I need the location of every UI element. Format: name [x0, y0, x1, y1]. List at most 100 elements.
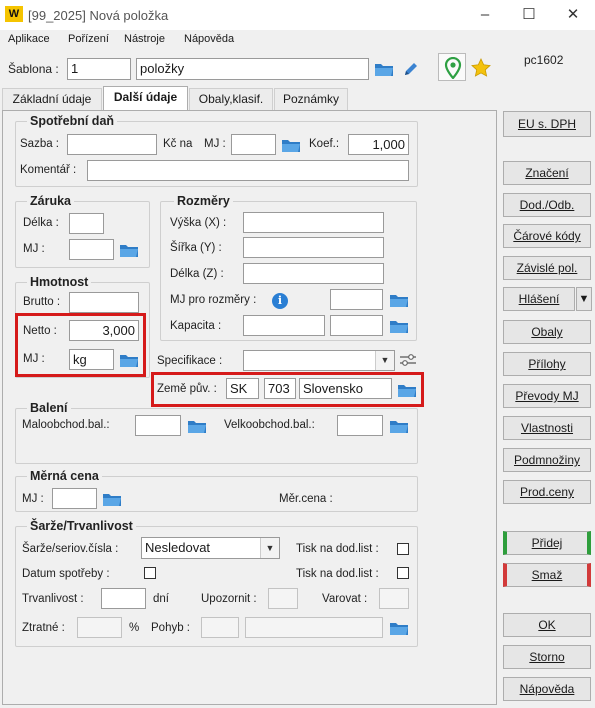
pridej-button[interactable]: Přidej [503, 531, 591, 555]
folder-icon[interactable] [374, 61, 394, 77]
vlastnosti-button[interactable]: Vlastnosti [503, 416, 591, 440]
eu-s-dph-button[interactable]: EU s. DPH [503, 111, 591, 137]
upozornit-label: Upozornit : [201, 593, 257, 605]
spotrebni-dan-title: Spotřební daň [27, 114, 118, 128]
folder-icon[interactable] [102, 491, 122, 507]
vyska-label: Výška (X) : [170, 217, 227, 229]
velkoobchod-input[interactable] [337, 415, 383, 436]
vyska-input[interactable] [243, 212, 384, 233]
star-icon[interactable] [471, 58, 491, 78]
map-pin-button[interactable] [438, 53, 466, 81]
storno-button[interactable]: Storno [503, 645, 591, 669]
komentar-input[interactable] [87, 160, 409, 181]
chevron-down-icon[interactable]: ▼ [260, 538, 279, 558]
settings-sliders-icon[interactable] [399, 353, 417, 367]
brutto-input[interactable] [69, 292, 139, 313]
tab-zakladni-udaje[interactable]: Základní údaje [2, 88, 102, 110]
folder-icon[interactable] [389, 418, 409, 434]
trvanlivost-label: Trvanlivost : [22, 593, 84, 605]
info-icon[interactable]: i [272, 293, 288, 309]
sarze-label: Šarže/seriov.čísla : [22, 543, 119, 555]
podmnoziny-button[interactable]: Podmnožiny [503, 448, 591, 472]
nazev-input[interactable]: položky [136, 58, 369, 80]
sirka-input[interactable] [243, 237, 384, 258]
mj-rozmery-label: MJ pro rozměry : [170, 294, 257, 306]
baleni-title: Balení [27, 401, 71, 415]
folder-icon[interactable] [389, 620, 409, 636]
folder-icon[interactable] [281, 137, 301, 153]
datum-spotreby-checkbox[interactable] [144, 567, 156, 579]
merna-mj-input[interactable] [52, 488, 97, 509]
tab-obaly-klasif[interactable]: Obaly,klasif. [189, 88, 273, 110]
folder-icon[interactable] [119, 242, 139, 258]
tisk-dodlist-2-checkbox[interactable] [397, 567, 409, 579]
trvanlivost-input[interactable] [101, 588, 146, 609]
obaly-button[interactable]: Obaly [503, 320, 591, 344]
rozmery-title: Rozměry [174, 194, 233, 208]
zaruka-title: Záruka [27, 194, 74, 208]
sirka-label: Šířka (Y) : [170, 242, 222, 254]
znaceni-button[interactable]: Značení [503, 161, 591, 185]
pencil-icon[interactable] [402, 60, 420, 78]
carove-kody-button[interactable]: Čárové kódy [503, 224, 591, 248]
varovat-input[interactable] [379, 588, 409, 609]
pohyb-input[interactable] [201, 617, 239, 638]
zeme-num-input[interactable]: 703 [264, 378, 296, 399]
smaz-button[interactable]: Smaž [503, 563, 591, 587]
maloobchod-input[interactable] [135, 415, 181, 436]
tab-dalsi-udaje[interactable]: Další údaje [103, 86, 188, 110]
hlaseni-button[interactable]: Hlášení [503, 287, 575, 311]
chevron-down-icon[interactable]: ▼ [375, 351, 394, 370]
map-pin-icon [444, 57, 462, 79]
napoveda-button[interactable]: Nápověda [503, 677, 591, 701]
kapacita-mj-input[interactable] [330, 315, 383, 336]
tisk-dodlist-2-label: Tisk na dod.list : [296, 568, 379, 580]
sablona-input[interactable]: 1 [67, 58, 131, 80]
prevody-mj-button[interactable]: Převody MJ [503, 384, 591, 408]
minimize-button[interactable]: – [470, 4, 500, 26]
zaruka-mj-input[interactable] [69, 239, 114, 260]
ztratne-label: Ztratné : [22, 622, 65, 634]
spotrebni-mj-input[interactable] [231, 134, 276, 155]
kapacita-input[interactable] [243, 315, 325, 336]
tab-poznamky[interactable]: Poznámky [274, 88, 348, 110]
menu-nastroje[interactable]: Nástroje [124, 33, 165, 45]
ok-button[interactable]: OK [503, 613, 591, 637]
dni-label: dní [153, 593, 169, 605]
mj-rozmery-input[interactable] [330, 289, 383, 310]
kc-na-label: Kč na [163, 138, 193, 150]
zeme-name-input[interactable]: Slovensko [299, 378, 392, 399]
folder-icon[interactable] [397, 382, 417, 398]
specifikace-select[interactable] [243, 350, 395, 371]
koef-input[interactable]: 1,000 [348, 134, 409, 155]
menu-napoveda[interactable]: Nápověda [184, 33, 234, 45]
zeme-code-input[interactable]: SK [226, 378, 259, 399]
dod-odb-button[interactable]: Dod./Odb. [503, 193, 591, 217]
folder-icon[interactable] [389, 292, 409, 308]
tisk-dodlist-1-checkbox[interactable] [397, 543, 409, 555]
pohyb-label: Pohyb : [151, 622, 190, 634]
upozornit-input[interactable] [268, 588, 298, 609]
zaruka-delka-label: Délka : [23, 217, 59, 229]
zavisle-pol-button[interactable]: Závislé pol. [503, 256, 591, 280]
folder-icon[interactable] [187, 418, 207, 434]
pohyb-nazev-input[interactable] [245, 617, 383, 638]
percent-label: % [129, 622, 140, 634]
close-button[interactable]: ✕ [558, 4, 588, 26]
sazba-input[interactable] [67, 134, 157, 155]
prilohy-button[interactable]: Přílohy [503, 352, 591, 376]
rozmery-delka-input[interactable] [243, 263, 384, 284]
datum-spotreby-label: Datum spotřeby : [22, 568, 110, 580]
maximize-button[interactable]: ☐ [514, 4, 544, 26]
hlaseni-dropdown-icon[interactable]: ▼ [576, 287, 592, 311]
ztratne-input[interactable] [77, 617, 122, 638]
menu-aplikace[interactable]: Aplikace [8, 33, 50, 45]
menu-porizeni[interactable]: Pořízení [68, 33, 109, 45]
komentar-label: Komentář : [20, 164, 77, 176]
zaruka-delka-input[interactable] [69, 213, 104, 234]
folder-icon[interactable] [389, 318, 409, 334]
prod-ceny-button[interactable]: Prod.ceny [503, 480, 591, 504]
app-logo-icon: W [5, 6, 23, 22]
rozmery-delka-label: Délka (Z) : [170, 268, 224, 280]
zeme-label: Země pův. : [157, 383, 217, 395]
